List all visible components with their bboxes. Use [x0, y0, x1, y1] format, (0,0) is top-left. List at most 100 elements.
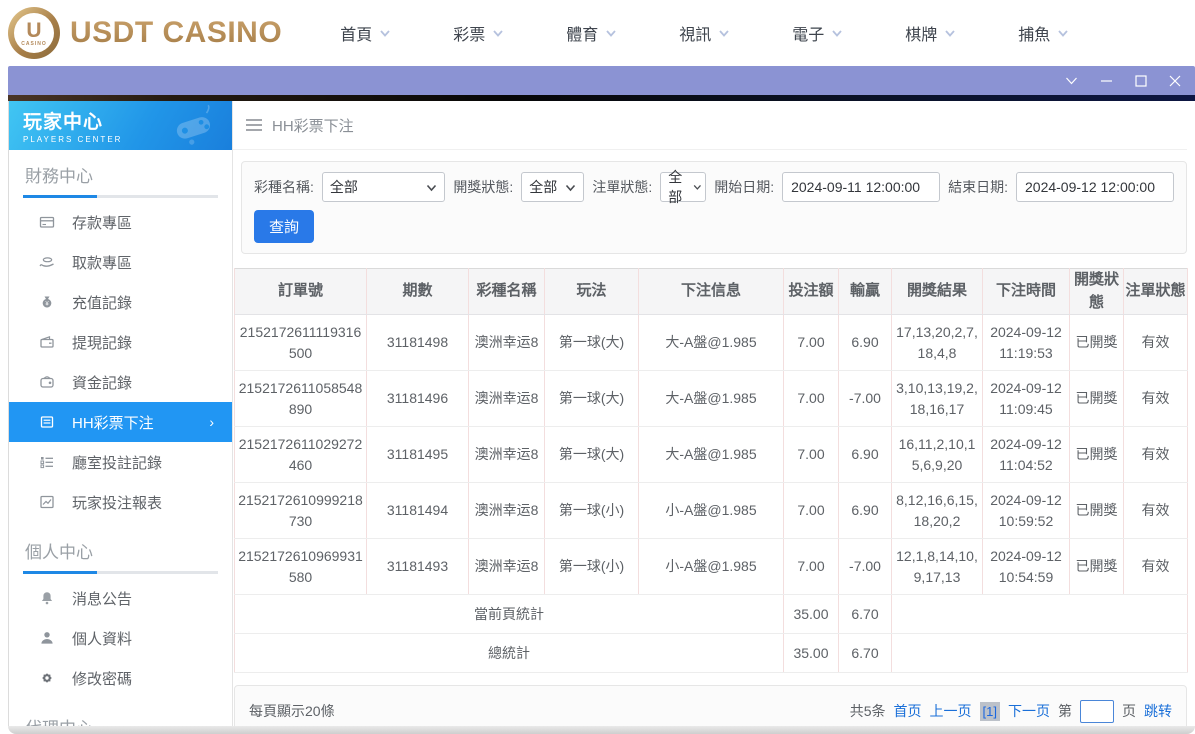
table-cell: 2024-09-12 10:59:52	[982, 482, 1070, 539]
chevron-down-icon	[606, 30, 616, 37]
sidebar-item-deposit[interactable]: 存款專區	[9, 202, 232, 242]
sidebar-item-fund-records[interactable]: 資金記錄	[9, 362, 232, 402]
table-cell: 7.00	[783, 426, 839, 483]
close-icon[interactable]	[1169, 75, 1181, 87]
order-status-select[interactable]: 全部	[660, 169, 707, 205]
nav-label: 視訊	[679, 27, 712, 44]
sidebar-item-announcements[interactable]: 消息公告	[9, 578, 232, 618]
sidebar-item-label: 消息公告	[72, 590, 133, 608]
summary-empty	[891, 633, 1188, 673]
table-cell: 第一球(大)	[544, 370, 639, 427]
start-date-input[interactable]	[782, 172, 941, 202]
table-cell: 31181498	[366, 314, 469, 371]
order-status-label: 注單狀態:	[592, 179, 653, 195]
purse-icon	[39, 374, 55, 390]
table-cell: 第一球(小)	[544, 538, 639, 595]
window-titlebar	[8, 66, 1195, 95]
chevron-down-icon	[566, 184, 576, 191]
table-cell: 有效	[1123, 482, 1188, 539]
table-cell: 12,1,8,14,10,9,17,13	[891, 538, 983, 595]
select-value: 全部	[668, 169, 683, 205]
sidebar-item-label: 充值記錄	[72, 294, 133, 312]
table-cell: 2024-09-12 11:19:53	[982, 314, 1070, 371]
table-cell: 已開獎	[1069, 426, 1124, 483]
hand-coin-icon	[39, 254, 55, 270]
table-body: 2152172611119316500 31181498 澳洲幸运8 第一球(大) 大-…	[234, 314, 1188, 595]
sidebar-item-hh-lottery-bets[interactable]: HH彩票下注 ›	[9, 402, 232, 442]
brand-name: USDT CASINO	[70, 16, 283, 49]
table-row: 2152172611119316500 31181498 澳洲幸运8 第一球(大) 大-…	[234, 314, 1188, 371]
draw-status-select[interactable]: 全部	[521, 172, 585, 202]
nav-item-video[interactable]: 視訊	[679, 21, 730, 45]
sidebar-item-room-bet-records[interactable]: 廳室投註記錄	[9, 442, 232, 482]
minimize-icon[interactable]	[1100, 76, 1113, 86]
first-page-link[interactable]: 首页	[894, 701, 922, 721]
total-count-text: 共5条	[849, 703, 886, 719]
nav-item-slots[interactable]: 電子	[792, 21, 843, 45]
jump-page-input[interactable]	[1080, 699, 1114, 723]
nav-item-sports[interactable]: 體育	[566, 21, 617, 45]
nav-item-fishing[interactable]: 捕魚	[1018, 21, 1069, 45]
page-title: HH彩票下注	[272, 117, 354, 135]
current-page-badge: [1]	[979, 701, 1000, 721]
prev-page-link[interactable]: 上一页	[930, 701, 972, 721]
sidebar: 玩家中心 PLAYERS CENTER 財務中心 存款專區 取款專區 ¥ 充值記…	[9, 101, 233, 726]
nav-label: 首頁	[340, 27, 373, 44]
table-cell: 31181494	[366, 482, 469, 539]
window-bottom-edge	[8, 726, 1195, 734]
summary-row-page: 當前頁統計 35.00 6.70	[234, 594, 1188, 634]
document-icon	[39, 414, 55, 430]
table-row: 2152172610999218730 31181494 澳洲幸运8 第一球(小) 小-…	[234, 482, 1188, 539]
section-title: 財務中心	[25, 167, 93, 186]
hamburger-icon[interactable]	[246, 118, 262, 132]
end-date-input[interactable]	[1016, 172, 1174, 202]
gear-icon	[39, 670, 55, 686]
nav-item-cards[interactable]: 棋牌	[905, 21, 956, 45]
brand-logo[interactable]: U CASINO USDT CASINO	[8, 7, 282, 59]
sidebar-section-agent: 代理中心	[9, 702, 232, 726]
section-title: 個人中心	[25, 543, 93, 562]
nav-item-home[interactable]: 首頁	[340, 21, 391, 45]
search-button[interactable]: 查詢	[254, 210, 315, 243]
logo-letter: U	[26, 18, 42, 42]
col-draw-result: 開獎結果	[891, 268, 983, 315]
table-cell: 有效	[1123, 370, 1188, 427]
chevron-down-icon	[1058, 30, 1068, 37]
table-cell: 有效	[1123, 426, 1188, 483]
bets-table: 訂單號 期數 彩種名稱 玩法 下注信息 投注額 輸贏 開獎結果 下注時間 開獎狀…	[234, 268, 1188, 673]
sidebar-item-change-password[interactable]: 修改密碼	[9, 658, 232, 698]
nav-item-lottery[interactable]: 彩票	[453, 21, 504, 45]
nav-label: 捕魚	[1018, 27, 1051, 44]
table-cell: 16,11,2,10,15,6,9,20	[891, 426, 983, 483]
sidebar-item-player-bet-report[interactable]: 玩家投注報表	[9, 482, 232, 522]
maximize-icon[interactable]	[1135, 74, 1147, 87]
table-cell: 2024-09-12 10:54:59	[982, 538, 1070, 595]
sidebar-item-withdraw-records[interactable]: 提現記錄	[9, 322, 232, 362]
table-cell: 2152172611058548890	[234, 370, 367, 427]
jump-prefix-label: 第	[1058, 703, 1072, 719]
bell-icon	[39, 590, 55, 606]
sidebar-item-recharge-records[interactable]: ¥ 充值記錄	[9, 282, 232, 322]
table-cell: 有效	[1123, 314, 1188, 371]
app-window: 玩家中心 PLAYERS CENTER 財務中心 存款專區 取款專區 ¥ 充值記…	[8, 66, 1195, 734]
sidebar-item-profile[interactable]: 個人資料	[9, 618, 232, 658]
lottery-name-select[interactable]: 全部	[321, 172, 446, 202]
sidebar-item-label: 提現記錄	[72, 334, 133, 352]
table-header: 訂單號 期數 彩種名稱 玩法 下注信息 投注額 輸贏 開獎結果 下注時間 開獎狀…	[234, 268, 1188, 315]
col-lottery-name: 彩種名稱	[468, 268, 545, 315]
section-title: 代理中心	[23, 710, 218, 726]
report-chart-icon	[39, 494, 55, 510]
jump-button[interactable]: 跳转	[1144, 701, 1172, 721]
col-order-no: 訂單號	[234, 268, 367, 315]
col-bet-amount: 投注額	[783, 268, 839, 315]
nav-label: 電子	[792, 27, 825, 44]
sidebar-section-finance: 財務中心	[9, 150, 232, 198]
table-row: 2152172611029272460 31181495 澳洲幸运8 第一球(大) 大-…	[234, 426, 1188, 483]
sidebar-item-label: 取款專區	[72, 254, 133, 272]
window-dropdown-icon[interactable]	[1065, 76, 1078, 86]
summary-bet-total: 35.00	[783, 594, 839, 634]
table-cell: 澳洲幸运8	[468, 538, 545, 595]
sidebar-item-label: 資金記錄	[72, 374, 133, 392]
next-page-link[interactable]: 下一页	[1008, 701, 1050, 721]
sidebar-item-withdraw[interactable]: 取款專區	[9, 242, 232, 282]
